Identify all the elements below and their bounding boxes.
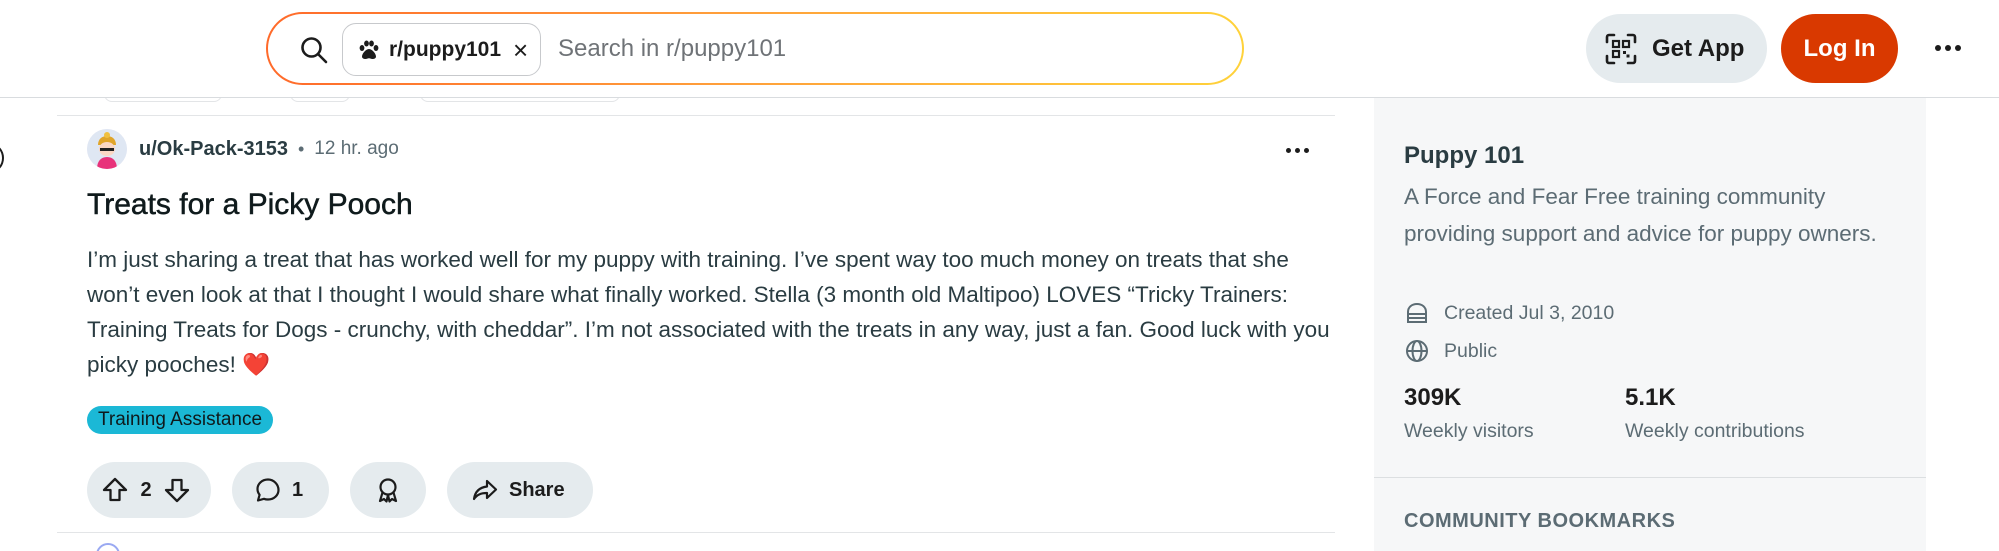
top-header: r/puppy101 × Get App Log In [0, 0, 1999, 98]
weekly-visitors-value: 309K [1404, 384, 1462, 411]
qr-code-icon [1605, 33, 1637, 64]
dot [1945, 45, 1951, 51]
community-bookmarks-heading: COMMUNITY BOOKMARKS [1404, 510, 1676, 532]
weekly-contributions-label: Weekly contributions [1625, 420, 1805, 442]
paw-icon [359, 40, 379, 59]
post-more-options-icon[interactable] [1279, 138, 1315, 162]
share-button[interactable]: Share [447, 462, 593, 518]
visibility-label: Public [1444, 339, 1498, 362]
subreddit-chip-label: r/puppy101 [389, 37, 502, 61]
comment-icon [256, 478, 280, 502]
award-button[interactable] [350, 462, 426, 518]
comments-button[interactable]: 1 [232, 462, 329, 518]
award-icon [378, 478, 398, 503]
subreddit-filter-chip[interactable]: r/puppy101 × [342, 23, 542, 76]
comment-count: 1 [292, 478, 304, 501]
weekly-contributions-value: 5.1K [1625, 384, 1676, 411]
vote-count: 2 [140, 478, 152, 501]
get-app-label: Get App [1652, 34, 1745, 62]
next-post-avatar [96, 543, 120, 551]
dot [1955, 45, 1961, 51]
vote-control: 2 [87, 462, 211, 518]
sidebar-divider [1374, 477, 1926, 478]
user-avatar-icon [87, 129, 127, 169]
share-icon [472, 479, 498, 501]
search-icon [301, 37, 328, 64]
search-bar-inner: r/puppy101 × [268, 14, 1242, 83]
created-date: Created Jul 3, 2010 [1444, 301, 1615, 324]
post-author[interactable]: u/Ok-Pack-3153 [139, 138, 288, 161]
heart-emoji: ❤️ [242, 352, 271, 377]
post-divider-bottom [57, 532, 1335, 533]
post-flair[interactable]: Training Assistance [87, 406, 274, 434]
post-time: 12 hr. ago [314, 138, 399, 159]
downvote-icon[interactable] [163, 476, 191, 504]
visibility-row: Public [1404, 338, 1497, 364]
dot [1303, 147, 1309, 153]
dot [1285, 147, 1291, 153]
search-input[interactable] [558, 24, 1198, 74]
get-app-button[interactable]: Get App [1586, 14, 1767, 83]
community-description: A Force and Fear Free training community… [1404, 184, 1877, 246]
globe-icon [1406, 340, 1428, 362]
close-icon[interactable]: × [513, 37, 528, 63]
post-actions: 2 1 Share [87, 462, 593, 518]
search-bar[interactable]: r/puppy101 × [266, 12, 1244, 85]
more-options-icon[interactable] [1928, 30, 1968, 66]
log-in-button[interactable]: Log In [1781, 14, 1898, 83]
post-body: I’m just sharing a treat that has worked… [87, 242, 1337, 382]
dot [1294, 147, 1300, 153]
post-body-text: I’m just sharing a treat that has worked… [87, 247, 1330, 377]
cake-icon [1407, 302, 1427, 323]
edge-control[interactable] [0, 144, 4, 172]
created-row: Created Jul 3, 2010 [1404, 300, 1614, 326]
meta-separator: • [297, 138, 305, 159]
post-meta: u/Ok-Pack-3153 • 12 hr. ago [87, 129, 399, 169]
upvote-icon[interactable] [101, 476, 129, 504]
community-sidebar: Puppy 101 A Force and Fear Free training… [1374, 98, 1926, 551]
post-card[interactable]: u/Ok-Pack-3153 • 12 hr. ago Treats for a… [57, 116, 1335, 532]
post-title[interactable]: Treats for a Picky Pooch [87, 188, 413, 222]
weekly-visitors-label: Weekly visitors [1404, 420, 1534, 442]
avatar[interactable] [87, 129, 127, 169]
dot [1935, 45, 1941, 51]
share-label: Share [509, 478, 565, 501]
community-name: Puppy 101 [1404, 142, 1525, 169]
